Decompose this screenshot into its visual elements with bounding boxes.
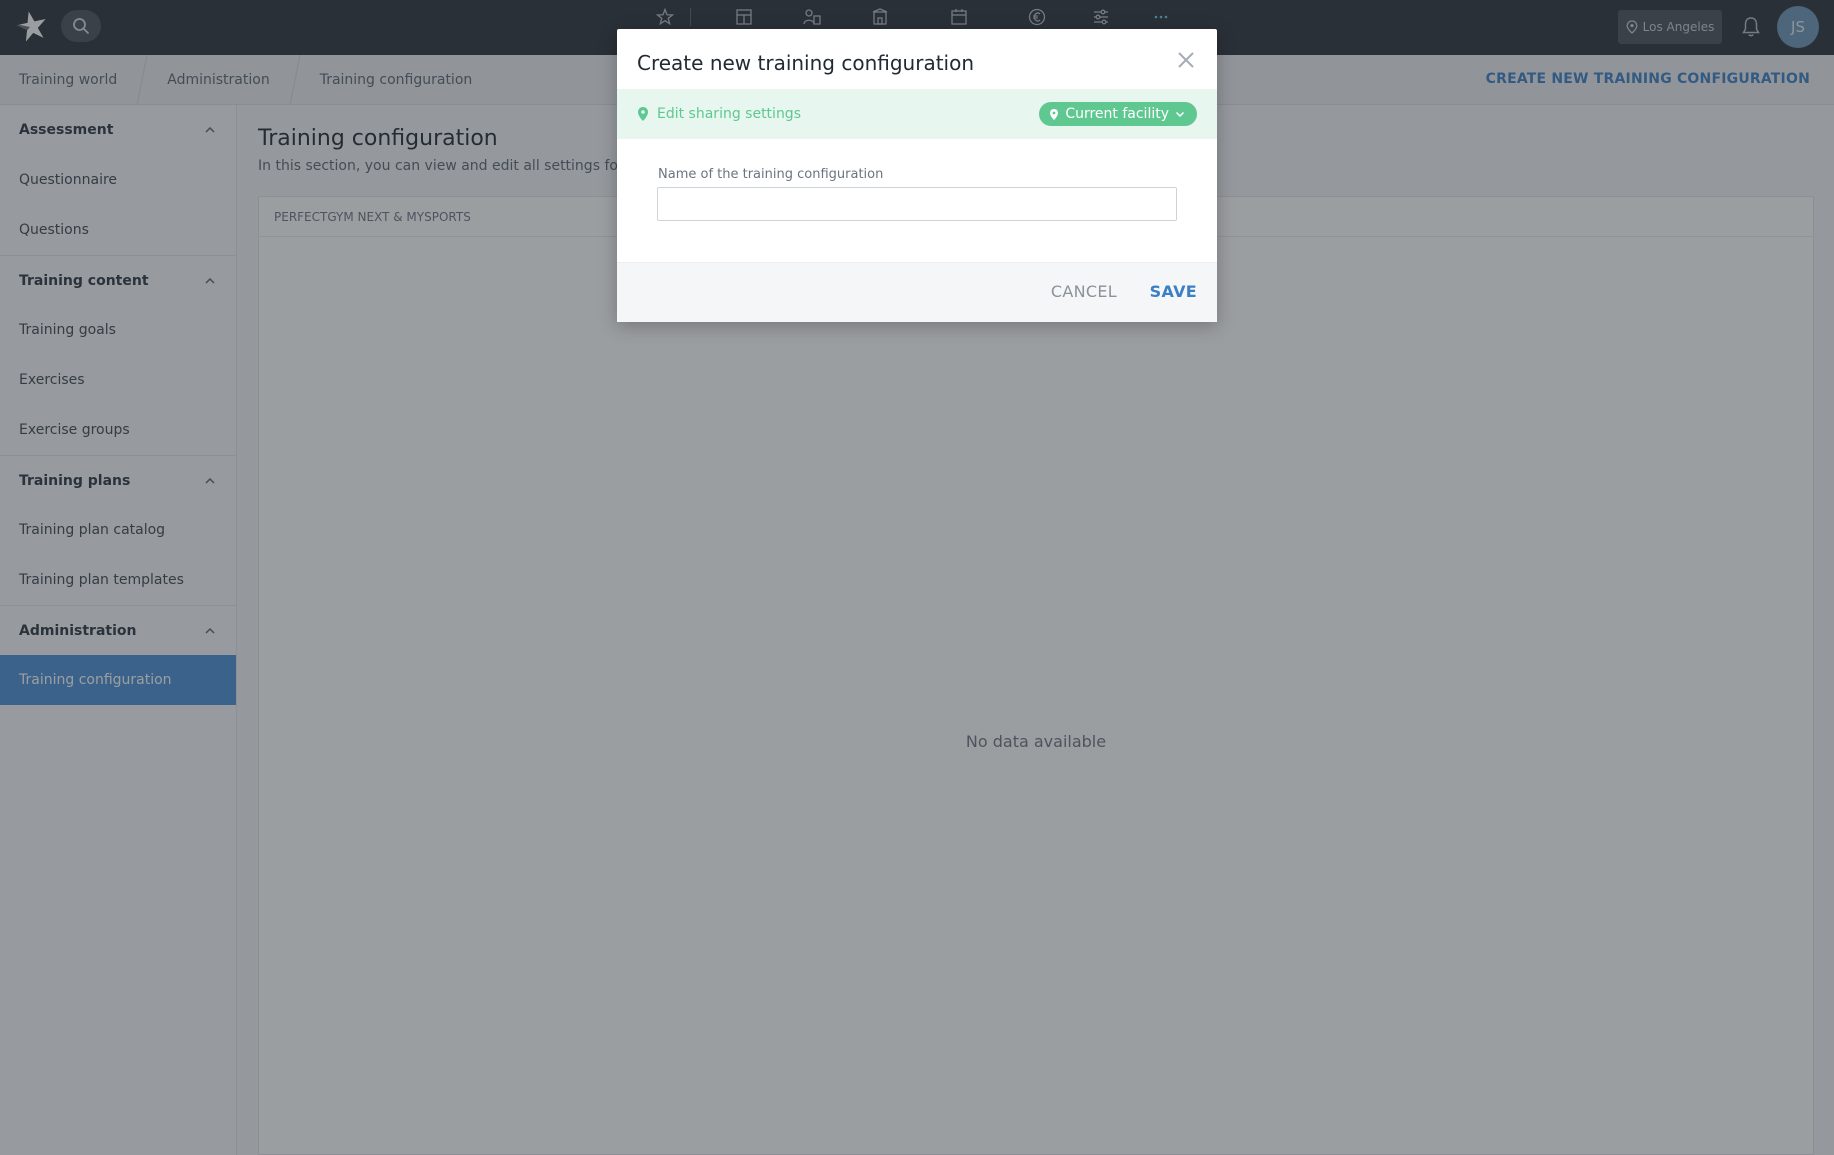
- map-pin-icon: [638, 107, 648, 121]
- dialog-title: Create new training configuration: [637, 51, 975, 75]
- chevron-down-icon: [1175, 111, 1185, 117]
- create-configuration-dialog: Create new training configuration Edit s…: [617, 29, 1217, 322]
- facility-dropdown[interactable]: Current facility: [1039, 102, 1197, 126]
- facility-dropdown-label: Current facility: [1065, 106, 1169, 122]
- edit-sharing-settings-link[interactable]: Edit sharing settings: [657, 106, 801, 122]
- close-icon[interactable]: [1175, 49, 1197, 71]
- configuration-name-label: Name of the training configuration: [658, 167, 884, 182]
- cancel-button[interactable]: CANCEL: [1051, 282, 1117, 301]
- sharing-settings-bar: Edit sharing settings Current facility: [617, 89, 1217, 139]
- map-pin-icon: [1050, 108, 1059, 120]
- dialog-footer: CANCEL SAVE: [617, 262, 1217, 322]
- configuration-name-input[interactable]: [657, 187, 1177, 221]
- save-button[interactable]: SAVE: [1150, 282, 1197, 301]
